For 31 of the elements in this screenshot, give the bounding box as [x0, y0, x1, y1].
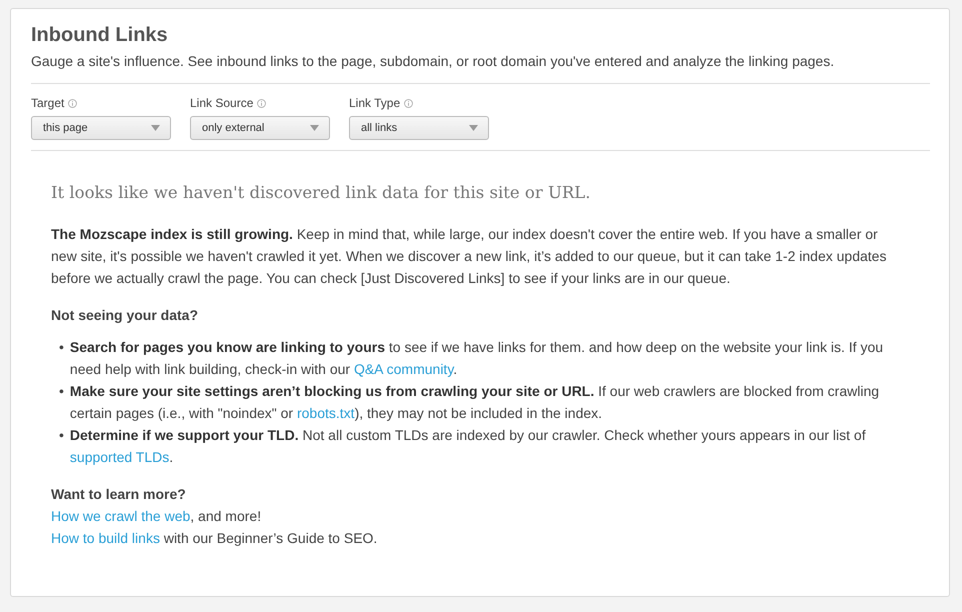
caret-icon	[310, 125, 319, 131]
link[interactable]: How to build links	[51, 530, 160, 546]
link[interactable]: supported TLDs	[70, 449, 170, 465]
paragraph: The Mozscape index is still growing. Keep in mind that, while large, our index doesn't cover the entire web. If you have a smaller or new site, it's possible we haven't crawled it yet. When we discover a new link, it’s added to our queue, but it can take 1-2 index updates before we actually crawl the page. You can check [Just Discovered Links] to see if your links are in our queue.	[51, 225, 888, 288]
bullet: •	[59, 338, 64, 357]
filter-label: Target	[31, 96, 64, 110]
section-heading: Want to learn more?	[51, 485, 187, 504]
info-icon	[257, 98, 266, 108]
link[interactable]: How we crawl the web	[51, 508, 190, 524]
filter-label: Link Type	[349, 96, 400, 110]
filter-dropdown[interactable]: only external	[190, 116, 330, 140]
filter-label: Link Source	[190, 96, 254, 110]
info-icon	[68, 98, 78, 108]
notice-heading: It looks like we haven't discovered link data for this site or URL.	[51, 182, 592, 204]
link[interactable]: robots.txt	[296, 405, 355, 421]
filter-dropdown[interactable]: all links	[349, 116, 489, 140]
link[interactable]: Q&A community	[354, 361, 454, 377]
tip-item: Make sure your site settings aren’t blocking us from crawling your site or URL. If our web crawlers are blocked from crawling certain pages (i.e., with "noindex" or robots.txt), they may not be included in the index.	[70, 382, 880, 423]
tip-item: Determine if we support your TLD. Not all custom TLDs are indexed by our crawler. Check whether yours appears in our list of supported TLDs.	[70, 426, 867, 467]
caret-icon	[469, 125, 478, 131]
tip-item: Search for pages you know are linking to yours to see if we have links for them. and how deep on the website your link is. If you need help with link building, check-in with our Q&A community.	[70, 338, 884, 379]
paragraph: How we crawl the web, and more!	[51, 507, 262, 526]
info-icon	[404, 98, 414, 108]
page-title: Inbound Links	[31, 23, 169, 47]
bullet: •	[59, 382, 64, 401]
section-heading: Not seeing your data?	[51, 306, 200, 325]
filter-dropdown[interactable]: this page	[31, 116, 171, 140]
page-description: Gauge a site's influence. See inbound links to the page, subdomain, or root domain you've entered and analyze the linking pages.	[31, 52, 836, 70]
bullet: •	[59, 426, 64, 445]
paragraph: How to build links with our Beginner’s Guide to SEO.	[51, 529, 378, 548]
caret-icon	[151, 125, 160, 131]
